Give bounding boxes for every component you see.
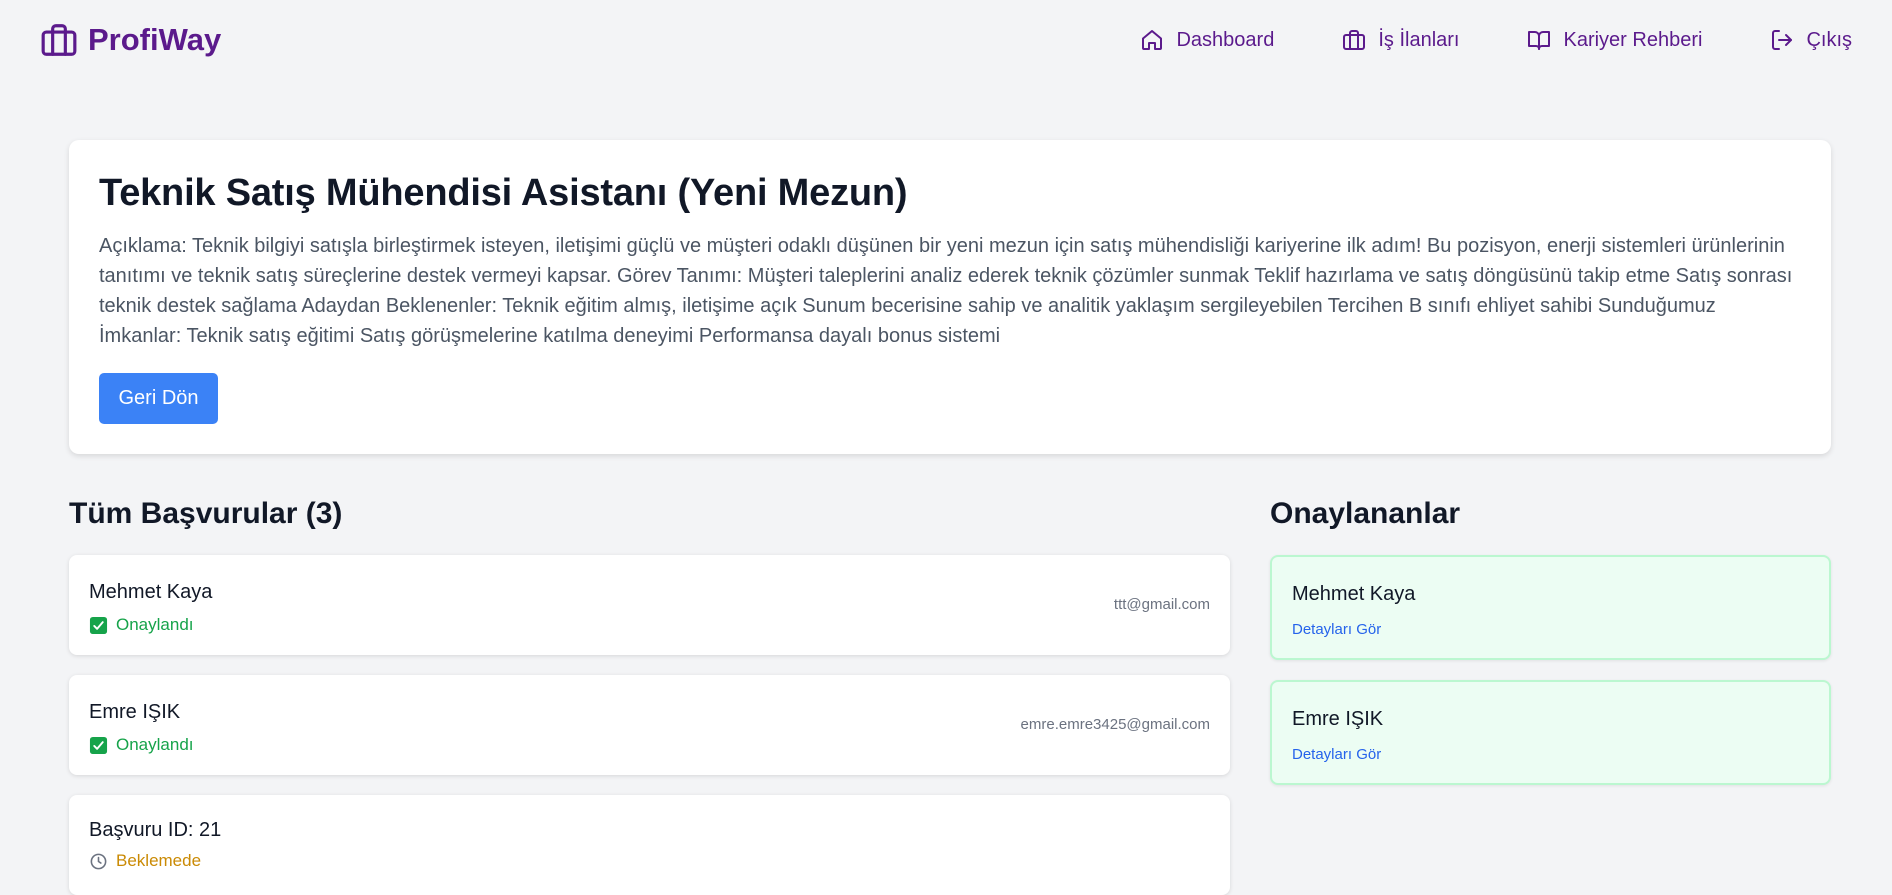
nav-career-guide-label: Kariyer Rehberi: [1563, 28, 1703, 51]
all-applications-title: Tüm Başvurular (3): [69, 497, 343, 530]
approved-name: Mehmet Kaya: [1292, 583, 1416, 605]
nav-logout[interactable]: Çıkış: [1770, 28, 1852, 52]
applicant-email: ttt@gmail.com: [1113, 596, 1210, 613]
status-badge: Beklemede: [89, 851, 201, 871]
brand-name: ProfiWay: [88, 22, 222, 57]
application-card[interactable]: Emre IŞIK Onaylandı emre.emre3425@gmail.…: [69, 675, 1230, 775]
approved-card: Mehmet Kaya Detayları Gör: [1270, 555, 1831, 660]
logout-icon: [1772, 30, 1793, 50]
applicant-email: emre.emre3425@gmail.com: [1020, 716, 1210, 733]
clock-icon: [90, 853, 107, 869]
application-card[interactable]: Mehmet Kaya Onaylandı ttt@gmail.com: [69, 555, 1230, 655]
job-description: Açıklama: Teknik bilgiyi satışla birleşt…: [99, 235, 1793, 347]
home-icon: [1142, 30, 1163, 50]
approved-card: Emre IŞIK Detayları Gör: [1270, 680, 1831, 785]
job-title: Teknik Satış Mühendisi Asistanı (Yeni Me…: [99, 172, 908, 214]
check-square-icon: [89, 616, 108, 634]
details-link[interactable]: Detayları Gör: [1292, 746, 1381, 763]
status-badge: Onaylandı: [89, 735, 194, 755]
applicant-name: Emre IŞIK: [89, 701, 181, 723]
briefcase-icon: [41, 24, 77, 56]
briefcase-icon: [1343, 30, 1366, 50]
application-card[interactable]: Başvuru ID: 21 Beklemede: [69, 795, 1230, 895]
nav-dashboard-label: Dashboard: [1176, 28, 1275, 51]
applicant-name: Mehmet Kaya: [89, 581, 213, 603]
status-text: Beklemede: [116, 851, 202, 870]
status-text: Onaylandı: [116, 615, 194, 634]
nav-logout-label: Çıkış: [1806, 28, 1852, 51]
nav-dashboard[interactable]: Dashboard: [1140, 28, 1274, 52]
application-id: Başvuru ID: 21: [89, 819, 222, 841]
top-navbar: ProfiWay Dashboard İş İlanları Kariyer R…: [0, 0, 1892, 80]
nav-job-listings[interactable]: İş İlanları: [1342, 28, 1459, 52]
nav-career-guide[interactable]: Kariyer Rehberi: [1527, 28, 1702, 52]
details-link[interactable]: Detayları Gör: [1292, 621, 1381, 638]
approved-title: Onaylananlar: [1270, 497, 1461, 530]
main-nav: Dashboard İş İlanları Kariyer Rehberi Çı…: [1140, 28, 1852, 52]
brand-logo[interactable]: ProfiWay: [40, 21, 221, 59]
approved-name: Emre IŞIK: [1292, 708, 1384, 730]
check-square-icon: [89, 736, 108, 754]
back-button[interactable]: Geri Dön: [99, 373, 218, 424]
nav-job-listings-label: İş İlanları: [1378, 28, 1460, 51]
status-text: Onaylandı: [116, 735, 194, 754]
book-open-icon: [1528, 31, 1551, 50]
job-detail-card: Teknik Satış Mühendisi Asistanı (Yeni Me…: [69, 140, 1831, 454]
status-badge: Onaylandı: [89, 615, 194, 635]
